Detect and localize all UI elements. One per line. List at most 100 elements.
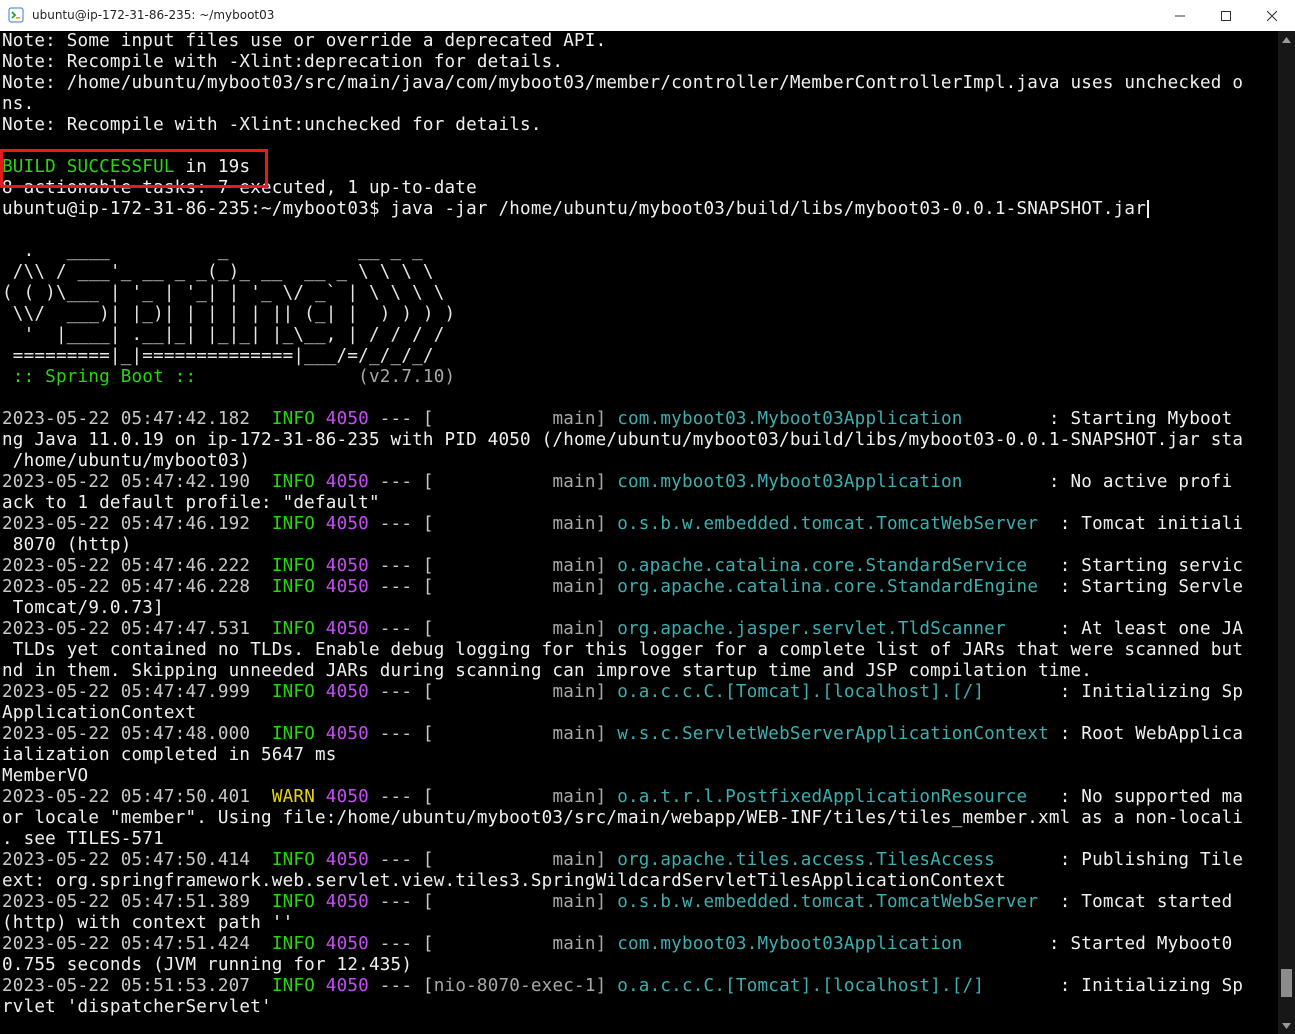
log-thread: main] [433, 472, 607, 492]
spring-banner-line: \\/ ___)| |_)| | | | | || (_| | ) ) ) ) [2, 304, 456, 324]
log-entry: 2023-05-22 05:47:42.182 INFO 4050 --- [ … [2, 409, 1232, 430]
log-continuation: . see TILES-571 [2, 829, 164, 849]
log-pid: 4050 [325, 556, 369, 576]
log-level: WARN [271, 787, 315, 807]
log-message: : At least one JA [1005, 619, 1244, 639]
log-message: : Tomcat started [1038, 892, 1244, 912]
log-thread: main] [433, 934, 607, 954]
spring-boot-version: (v2.7.10) [207, 367, 456, 387]
log-message: : No active profi [962, 472, 1233, 492]
window-titlebar[interactable]: ubuntu@ip-172-31-86-235: ~/myboot03 [0, 0, 1295, 32]
log-entry: 2023-05-22 05:47:46.228 INFO 4050 --- [ … [2, 577, 1243, 598]
terminal-line: ns. [2, 94, 35, 114]
log-separator: --- [ [368, 892, 434, 912]
log-message: : Initializing Sp [984, 682, 1244, 702]
log-level: INFO [271, 892, 315, 912]
log-logger: o.apache.catalina.core.StandardService [617, 556, 1028, 576]
log-logger: com.myboot03.Myboot03Application [617, 409, 963, 429]
log-level: INFO [271, 556, 315, 576]
log-logger: o.s.b.w.embedded.tomcat.TomcatWebServer [617, 514, 1039, 534]
scrollbar-thumb[interactable] [1281, 969, 1292, 997]
scroll-down-arrow-icon[interactable] [1278, 1017, 1295, 1034]
vertical-scrollbar[interactable] [1278, 31, 1295, 1034]
log-entry: 2023-05-22 05:47:46.222 INFO 4050 --- [ … [2, 556, 1243, 577]
log-entry: 2023-05-22 05:47:47.531 INFO 4050 --- [ … [2, 619, 1243, 640]
command-prompt-line: ubuntu@ip-172-31-86-235:~/myboot03$ java… [2, 199, 1149, 220]
text-cursor [1147, 200, 1149, 218]
close-button[interactable] [1249, 0, 1295, 31]
terminal-line: Note: /home/ubuntu/myboot03/src/main/jav… [2, 73, 1244, 93]
log-level: INFO [271, 724, 315, 744]
log-message: : Starting Myboot [962, 409, 1233, 429]
log-continuation: 0.755 seconds (JVM running for 12.435) [2, 955, 413, 975]
log-thread: main] [433, 409, 607, 429]
log-continuation: ext: org.springframework.web.servlet.vie… [2, 871, 1006, 891]
log-continuation: /home/ubuntu/myboot03) [2, 451, 251, 471]
log-separator: --- [ [368, 976, 434, 996]
log-level: INFO [271, 577, 315, 597]
spring-banner-line: ( ( )\___ | '_ | '_| | '_ \/ _` | \ \ \ … [2, 283, 445, 303]
log-level: INFO [271, 619, 315, 639]
log-thread: main] [433, 787, 607, 807]
close-icon [1267, 10, 1277, 21]
log-separator: --- [ [368, 514, 434, 534]
log-timestamp: 2023-05-22 05:47:47.999 [2, 682, 251, 702]
log-pid: 4050 [325, 514, 369, 534]
log-timestamp: 2023-05-22 05:47:51.389 [2, 892, 251, 912]
log-entry: 2023-05-22 05:47:46.192 INFO 4050 --- [ … [2, 514, 1243, 535]
log-entry: 2023-05-22 05:47:51.389 INFO 4050 --- [ … [2, 892, 1243, 913]
log-level: INFO [271, 472, 315, 492]
log-continuation: nd in them. Skipping unneeded JARs durin… [2, 661, 1093, 681]
terminal-line: Note: Recompile with -Xlint:deprecation … [2, 52, 564, 72]
log-separator: --- [ [368, 577, 434, 597]
log-separator: --- [ [368, 619, 434, 639]
log-timestamp: 2023-05-22 05:47:46.192 [2, 514, 251, 534]
log-message: : Tomcat initiali [1038, 514, 1244, 534]
log-timestamp: 2023-05-22 05:47:51.424 [2, 934, 251, 954]
log-thread: main] [433, 619, 607, 639]
command-text: ubuntu@ip-172-31-86-235:~/myboot03$ java… [2, 199, 1146, 219]
log-entry: 2023-05-22 05:47:50.401 WARN 4050 --- [ … [2, 787, 1243, 808]
log-logger: o.s.b.w.embedded.tomcat.TomcatWebServer [617, 892, 1039, 912]
log-separator: --- [ [368, 682, 434, 702]
log-continuation: ng Java 11.0.19 on ip-172-31-86-235 with… [2, 430, 1244, 450]
log-pid: 4050 [325, 976, 369, 996]
log-separator: --- [ [368, 724, 434, 744]
log-pid: 4050 [325, 682, 369, 702]
log-pid: 4050 [325, 892, 369, 912]
log-separator: --- [ [368, 934, 434, 954]
log-timestamp: 2023-05-22 05:51:53.207 [2, 976, 251, 996]
log-thread: main] [433, 514, 607, 534]
log-continuation: rvlet 'dispatcherServlet' [2, 997, 272, 1017]
log-continuation: Tomcat/9.0.73] [2, 598, 164, 618]
log-logger: o.a.c.c.C.[Tomcat].[localhost].[/] [617, 682, 985, 702]
log-separator: --- [ [368, 409, 434, 429]
log-logger: org.apache.tiles.access.TilesAccess [617, 850, 995, 870]
log-pid: 4050 [325, 724, 369, 744]
log-continuation: ApplicationContext [2, 703, 197, 723]
log-separator: --- [ [368, 850, 434, 870]
log-timestamp: 2023-05-22 05:47:50.401 [2, 787, 251, 807]
log-pid: 4050 [325, 409, 369, 429]
terminal-app-icon[interactable] [8, 7, 24, 23]
log-level: INFO [271, 409, 315, 429]
spring-banner-line: =========|_|==============|___/=/_/_/_/ [2, 346, 434, 366]
maximize-button[interactable] [1203, 0, 1249, 31]
minimize-button[interactable] [1157, 0, 1203, 31]
log-separator: --- [ [368, 472, 434, 492]
log-logger: o.a.t.r.l.PostfixedApplicationResource [617, 787, 1028, 807]
log-continuation: ack to 1 default profile: "default" [2, 493, 380, 513]
scroll-up-arrow-icon[interactable] [1278, 31, 1295, 48]
window-title: ubuntu@ip-172-31-86-235: ~/myboot03 [32, 8, 275, 22]
log-pid: 4050 [325, 934, 369, 954]
log-thread: nio-8070-exec-1] [433, 976, 607, 996]
log-timestamp: 2023-05-22 05:47:42.190 [2, 472, 251, 492]
log-message: : Publishing Tile [994, 850, 1244, 870]
log-message: : Root WebApplica [1048, 724, 1244, 744]
log-message: : Started Myboot0 [962, 934, 1233, 954]
log-continuation: (http) with context path '' [2, 913, 294, 933]
log-continuation: MemberVO [2, 766, 89, 786]
log-timestamp: 2023-05-22 05:47:50.414 [2, 850, 251, 870]
spring-banner-line: ' |____| .__|_| |_|_| |_\__, | / / / / [2, 325, 445, 345]
terminal-line: Note: Recompile with -Xlint:unchecked fo… [2, 115, 542, 135]
